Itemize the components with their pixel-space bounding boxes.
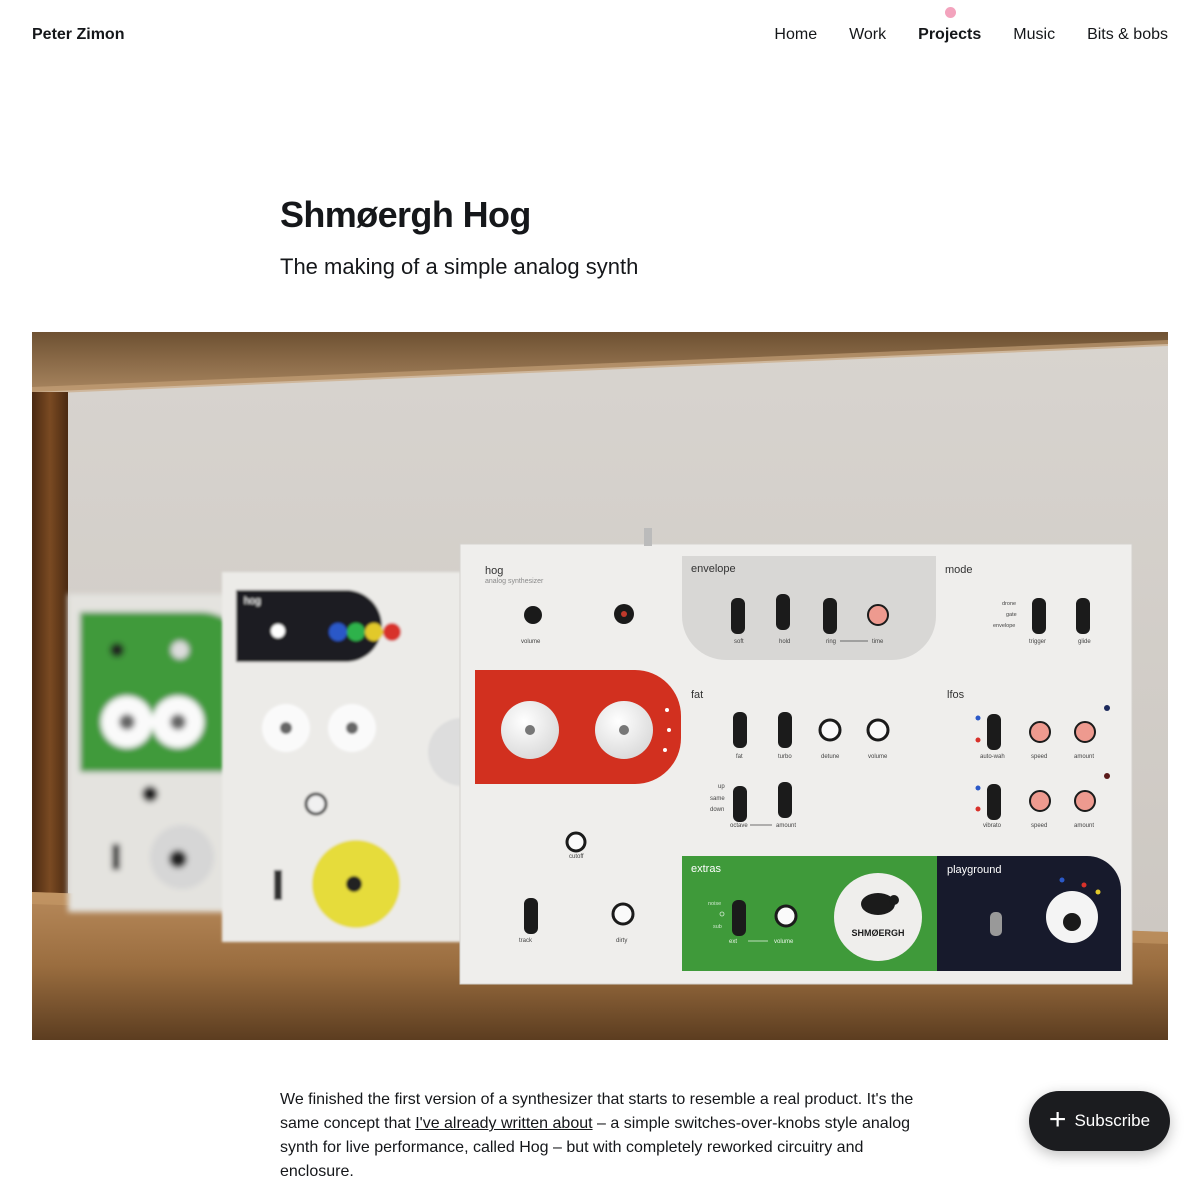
svg-text:trigger: trigger (1029, 639, 1046, 645)
svg-text:gate: gate (1006, 612, 1017, 618)
svg-text:fat: fat (691, 689, 703, 701)
svg-text:envelope: envelope (691, 563, 736, 575)
svg-text:volume: volume (868, 754, 888, 760)
svg-text:ring: ring (826, 639, 836, 645)
nav-work[interactable]: Work (849, 26, 886, 44)
subscribe-button[interactable]: + Subscribe (1029, 1091, 1170, 1151)
svg-text:extras: extras (691, 863, 721, 875)
nav-projects[interactable]: Projects (918, 7, 982, 44)
svg-text:dirty: dirty (616, 938, 627, 944)
svg-text:sub: sub (713, 924, 722, 930)
svg-text:up: up (718, 784, 725, 790)
svg-text:hog: hog (244, 596, 261, 607)
svg-text:track: track (519, 938, 533, 944)
svg-text:vibrato: vibrato (983, 823, 1002, 829)
article-subtitle: The making of a simple analog synth (280, 254, 639, 279)
svg-text:ext: ext (729, 939, 737, 945)
main-synth-hog: hog analog synthesizer volume envelope s… (459, 528, 1133, 985)
plus-icon: + (1048, 1103, 1067, 1136)
svg-text:speed: speed (1031, 754, 1047, 760)
svg-text:lfos: lfos (947, 689, 965, 701)
svg-text:SHMØERGH: SHMØERGH (851, 928, 904, 938)
subscribe-label: Subscribe (1074, 1111, 1151, 1130)
svg-text:volume: volume (521, 639, 541, 645)
svg-text:down: down (710, 807, 724, 813)
svg-text:volume: volume (774, 939, 794, 945)
svg-text:hog: hog (485, 565, 503, 577)
svg-text:time: time (872, 639, 884, 645)
nav-bits-and-bobs[interactable]: Bits & bobs (1087, 26, 1168, 44)
previous-post-link[interactable]: I've already written about (415, 1115, 592, 1132)
svg-text:playground: playground (947, 864, 1001, 876)
svg-text:cutoff: cutoff (569, 854, 584, 860)
svg-text:soft: soft (734, 639, 744, 645)
nav-home[interactable]: Home (774, 26, 817, 44)
nav-projects-label: Projects (918, 26, 982, 43)
active-indicator-dot (944, 7, 956, 18)
hero-image: hog hog analog synthesizer volume envelo… (32, 332, 1168, 1040)
svg-text:amount: amount (1074, 754, 1094, 760)
svg-text:detune: detune (821, 754, 840, 760)
svg-text:drone: drone (1002, 601, 1016, 607)
svg-text:amount: amount (1074, 823, 1094, 829)
svg-text:noise: noise (708, 901, 721, 907)
svg-text:octave: octave (730, 823, 748, 829)
article-title: Shmøergh Hog (280, 194, 531, 235)
svg-text:auto-wah: auto-wah (980, 754, 1005, 760)
svg-text:hold: hold (779, 639, 790, 645)
svg-text:same: same (710, 796, 725, 802)
svg-text:analog synthesizer: analog synthesizer (485, 578, 544, 585)
svg-text:mode: mode (945, 564, 973, 576)
article-intro-paragraph: We finished the first version of a synth… (280, 1088, 920, 1184)
svg-text:glide: glide (1078, 639, 1091, 645)
svg-text:fat: fat (736, 754, 743, 760)
nav-music[interactable]: Music (1013, 26, 1055, 44)
site-brand-link[interactable]: Peter Zimon (32, 26, 124, 44)
site-header: Peter Zimon Home Work Projects Music Bit… (0, 0, 1200, 72)
svg-text:envelope: envelope (993, 623, 1015, 629)
svg-text:turbo: turbo (778, 754, 792, 760)
svg-text:amount: amount (776, 823, 796, 829)
svg-text:speed: speed (1031, 823, 1047, 829)
main-nav: Home Work Projects Music Bits & bobs (774, 7, 1168, 44)
